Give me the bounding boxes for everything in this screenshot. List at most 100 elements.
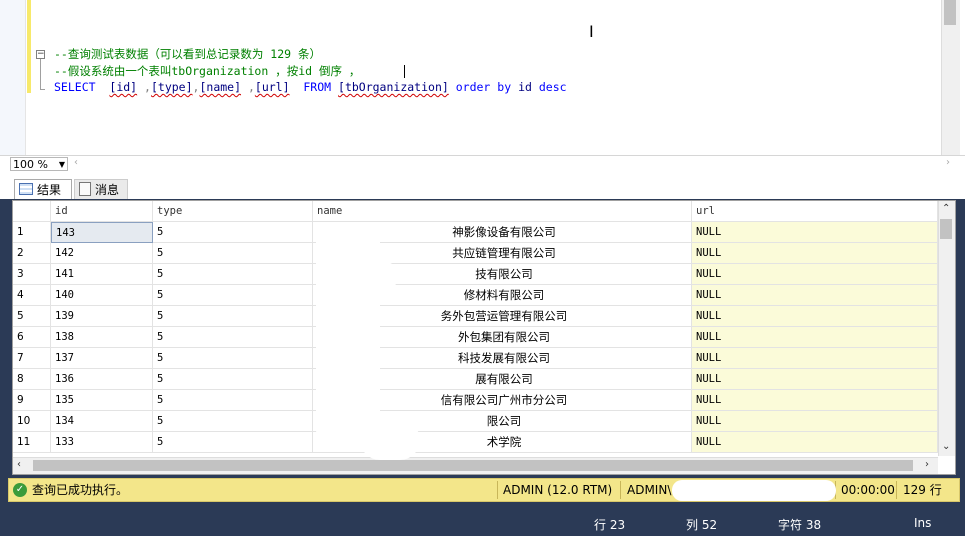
sql-keyword-desc: desc [538,80,567,94]
cell-type[interactable]: 5 [153,285,313,306]
query-editor[interactable]: − --查询测试表数据（可以看到总记录数为 129 条） --假设系统由一个表叫… [0,0,965,155]
cell-id[interactable]: 141 [51,264,153,285]
cell-id[interactable]: 134 [51,411,153,432]
row-number[interactable]: 5 [13,306,51,327]
row-number[interactable]: 7 [13,348,51,369]
status-elapsed-time: 00:00:00 [841,483,895,497]
table-row[interactable]: 11 133 5 术学院 NULL [13,432,938,453]
table-row[interactable]: 2 142 5 共应链管理有限公司 NULL [13,243,938,264]
cell-url[interactable]: NULL [692,369,938,390]
sql-keyword-select: SELECT [54,80,96,94]
row-number[interactable]: 8 [13,369,51,390]
row-number[interactable]: 3 [13,264,51,285]
cell-url[interactable]: NULL [692,327,938,348]
column-header-url[interactable]: url [692,201,938,222]
zoom-dropdown[interactable]: 100 % ▼ [10,157,68,171]
cell-url[interactable]: NULL [692,285,938,306]
status-divider [896,481,897,499]
row-number[interactable]: 1 [13,222,51,243]
status-user: ADMIN\ [627,483,672,497]
cell-id[interactable]: 137 [51,348,153,369]
table-row[interactable]: 1 143 5 神影像设备有限公司 NULL [13,222,938,243]
results-tab-strip [0,173,965,199]
row-number[interactable]: 6 [13,327,51,348]
cell-type[interactable]: 5 [153,243,313,264]
cell-type[interactable]: 5 [153,264,313,285]
grid-vertical-thumb[interactable] [940,219,952,239]
grid-scroll-left-icon[interactable]: ‹ [17,459,21,470]
editor-margin [0,0,26,155]
scroll-up-arrow-icon[interactable]: ⌃ [942,203,950,214]
scroll-left-arrow-icon[interactable]: ‹ [74,157,78,168]
status-server: ADMIN (12.0 RTM) [503,483,613,497]
row-number[interactable]: 9 [13,390,51,411]
cell-url[interactable]: NULL [692,306,938,327]
table-row[interactable]: 5 139 5 务外包营运管理有限公司 NULL [13,306,938,327]
sql-order-column: id [518,80,532,94]
cell-type[interactable]: 5 [153,222,313,243]
tab-results-label: 结果 [37,183,62,197]
grid-vertical-scrollbar[interactable] [938,201,955,456]
cell-type[interactable]: 5 [153,369,313,390]
cursor-line: 行 23 [594,518,626,532]
cell-url[interactable]: NULL [692,411,938,432]
insert-mode: Ins [914,516,932,530]
grid-scroll-right-icon[interactable]: › [925,459,929,470]
cell-id[interactable]: 140 [51,285,153,306]
cell-url[interactable]: NULL [692,222,938,243]
cell-url[interactable]: NULL [692,243,938,264]
row-number[interactable]: 2 [13,243,51,264]
code-line-comment-2: --假设系统由一个表叫tbOrganization ，按id 倒序 ， [54,64,368,78]
cell-id[interactable]: 136 [51,369,153,390]
cell-url[interactable]: NULL [692,348,938,369]
table-row[interactable]: 6 138 5 外包集团有限公司 NULL [13,327,938,348]
table-row[interactable]: 7 137 5 科技发展有限公司 NULL [13,348,938,369]
sql-column-id: [id] [109,80,138,94]
cell-type[interactable]: 5 [153,411,313,432]
tab-messages[interactable]: 消息 [74,179,128,199]
row-number[interactable]: 4 [13,285,51,306]
editor-status-strip: 行 23 列 52 字符 38 Ins [0,507,965,536]
cell-id[interactable]: 133 [51,432,153,453]
table-row[interactable]: 9 135 5 信有限公司广州市分公司 NULL [13,390,938,411]
results-grid-body: id type name url 1 143 5 神影像设备有限公司 NULL 2 142 5… [13,201,938,456]
column-header-type[interactable]: type [153,201,313,222]
cell-id[interactable]: 139 [51,306,153,327]
column-header-name[interactable]: name [313,201,692,222]
cell-id[interactable]: 142 [51,243,153,264]
change-indicator-bar [27,0,31,93]
table-row[interactable]: 3 141 5 技有限公司 NULL [13,264,938,285]
row-number-header[interactable] [13,201,51,222]
cell-id[interactable]: 135 [51,390,153,411]
table-row[interactable]: 8 136 5 展有限公司 NULL [13,369,938,390]
redaction-overlay [360,420,420,460]
redaction-overlay [672,480,836,501]
sql-keyword-from: FROM [303,80,332,94]
cell-id[interactable]: 138 [51,327,153,348]
row-number[interactable]: 11 [13,432,51,453]
collapse-toggle-icon[interactable]: − [36,50,45,59]
cell-type[interactable]: 5 [153,327,313,348]
cell-type[interactable]: 5 [153,432,313,453]
fold-guide-line [40,59,41,89]
cell-type[interactable]: 5 [153,390,313,411]
cell-type[interactable]: 5 [153,306,313,327]
row-number[interactable]: 10 [13,411,51,432]
column-header-id[interactable]: id [51,201,153,222]
results-grid[interactable]: id type name url 1 143 5 神影像设备有限公司 NULL 2 142 5… [12,200,956,475]
editor-scroll-thumb[interactable] [944,0,956,25]
scroll-right-arrow-icon[interactable]: › [946,157,950,168]
table-row[interactable]: 4 140 5 修材料有限公司 NULL [13,285,938,306]
tab-results[interactable]: 结果 [14,179,72,199]
grid-horizontal-thumb[interactable] [33,460,913,471]
status-divider [497,481,498,499]
cell-type[interactable]: 5 [153,348,313,369]
cell-id[interactable]: 143 [51,222,153,243]
table-row[interactable]: 10 134 5 限公司 NULL [13,411,938,432]
cell-url[interactable]: NULL [692,390,938,411]
sql-column-name: [name] [199,80,242,94]
scroll-down-arrow-icon[interactable]: ⌄ [942,441,950,452]
cell-url[interactable]: NULL [692,264,938,285]
fold-guide-end [40,89,45,90]
cell-url[interactable]: NULL [692,432,938,453]
